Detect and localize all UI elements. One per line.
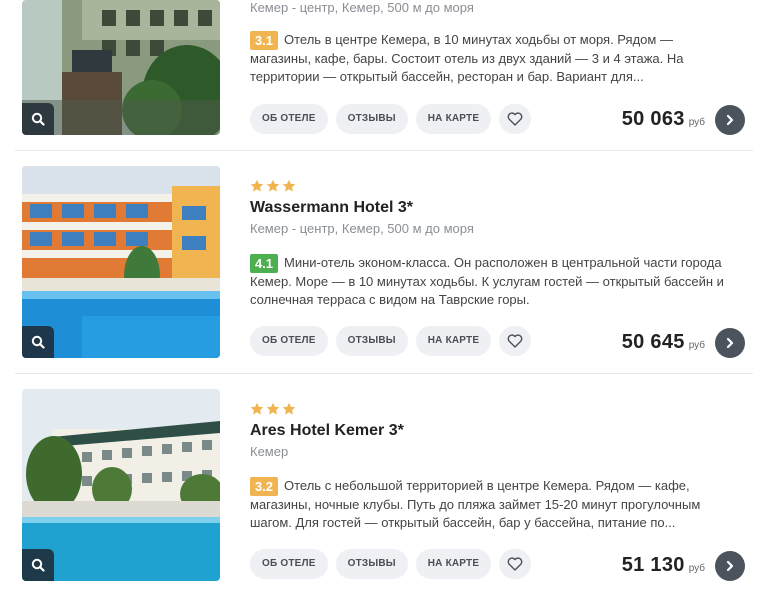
description-line-1: Отель в центре Кемера, в 10 минутах ходь… [284,32,673,47]
about-hotel-button[interactable]: ОБ ОТЕЛЕ [250,326,328,356]
hotel-name[interactable]: Wassermann Hotel 3* [250,199,413,217]
star-icon [266,402,280,415]
hotel-location: Кемер - центр, Кемер, 500 м до моря [250,221,474,236]
hotel-photo[interactable] [22,166,220,358]
description-rest: магазины, ночные клубы. Путь до пляжа за… [250,496,701,531]
hotel-name[interactable]: Ares Hotel Kemer 3* [250,422,404,440]
hotel-photo[interactable] [22,0,220,135]
about-hotel-button[interactable]: ОБ ОТЕЛЕ [250,549,328,579]
on-map-button[interactable]: НА КАРТЕ [415,326,492,356]
price-value: 50 645 [621,331,685,353]
heart-icon [507,334,523,348]
reviews-button[interactable]: ОТЗЫВЫ [335,104,408,134]
hotel-card-3: Ares Hotel Kemer 3* Кемер 3.2 Отель с не… [0,389,767,581]
heart-icon [507,557,523,571]
price-value: 50 063 [621,108,685,130]
star-icon [266,179,280,192]
about-hotel-button[interactable]: ОБ ОТЕЛЕ [250,104,328,134]
hotel-description: Отель с небольшой территорией в центре К… [250,477,735,533]
hotel-actions: ОБ ОТЕЛЕ ОТЗЫВЫ НА КАРТЕ [250,549,532,579]
hotel-photo[interactable] [22,389,220,581]
favorite-button[interactable] [499,326,532,356]
chevron-right-icon [726,560,734,572]
hotel-actions: ОБ ОТЕЛЕ ОТЗЫВЫ НА КАРТЕ [250,326,532,356]
price: 50 645 руб [622,331,705,354]
search-icon [31,112,45,126]
favorite-button[interactable] [499,104,532,134]
hotel-stars [250,402,296,416]
hotel-actions: ОБ ОТЕЛЕ ОТЗЫВЫ НА КАРТЕ [250,104,532,134]
photo-zoom-button[interactable] [22,103,54,135]
description-line-1: Мини-отель эконом-класса. Он расположен … [284,255,678,270]
open-hotel-button[interactable] [715,105,745,135]
hotel-location: Кемер [250,444,289,459]
card-divider [15,150,753,151]
search-icon [31,558,45,572]
heart-icon [507,112,523,126]
hotel-stars [250,179,296,193]
description-line-1: Отель с небольшой территорией в центре К… [284,478,690,493]
favorite-button[interactable] [499,549,532,579]
open-hotel-button[interactable] [715,551,745,581]
hotel-location: Кемер - центр, Кемер, 500 м до моря [250,0,474,15]
hotel-card-1: Кемер - центр, Кемер, 500 м до моря 3.1 … [0,0,767,150]
star-icon [282,402,296,415]
star-icon [282,179,296,192]
chevron-right-icon [726,337,734,349]
reviews-button[interactable]: ОТЗЫВЫ [335,326,408,356]
star-icon [250,179,264,192]
photo-zoom-button[interactable] [22,326,54,358]
hotel-card-2: Wassermann Hotel 3* Кемер - центр, Кемер… [0,166,767,358]
star-icon [250,402,264,415]
description-rest: магазины, кафе, бары. Состоит отель из д… [250,50,684,85]
photo-zoom-button[interactable] [22,549,54,581]
card-divider [15,373,753,374]
open-hotel-button[interactable] [715,328,745,358]
price: 51 130 руб [622,554,705,577]
hotel-description: Мини-отель эконом-класса. Он расположен … [250,254,735,310]
chevron-right-icon [726,114,734,126]
hotel-description: Отель в центре Кемера, в 10 минутах ходь… [250,31,735,87]
on-map-button[interactable]: НА КАРТЕ [415,104,492,134]
price-currency: руб [688,340,705,351]
on-map-button[interactable]: НА КАРТЕ [415,549,492,579]
price-currency: руб [688,117,705,128]
search-icon [31,335,45,349]
price-currency: руб [688,563,705,574]
reviews-button[interactable]: ОТЗЫВЫ [335,549,408,579]
price-value: 51 130 [621,554,685,576]
price: 50 063 руб [622,108,705,131]
